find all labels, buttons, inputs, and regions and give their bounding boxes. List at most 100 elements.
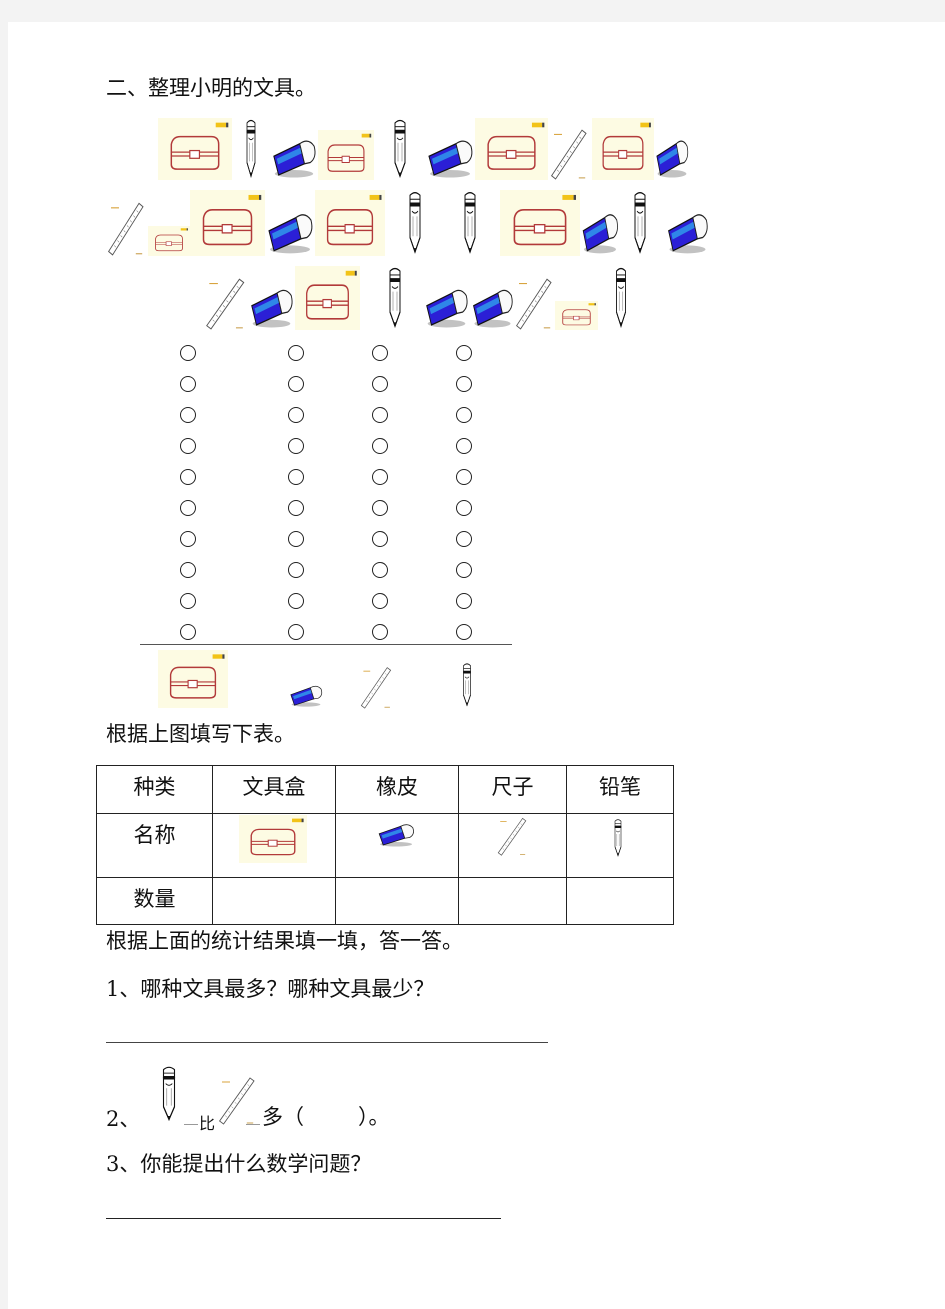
tally-circle-pencil[interactable] xyxy=(456,562,472,578)
question-2-answer-blank[interactable] xyxy=(318,1103,358,1129)
blank-underline xyxy=(184,1124,198,1125)
tally-circle-ruler[interactable] xyxy=(372,500,388,516)
pencil-icon xyxy=(460,190,480,256)
header-eraser: 橡皮 xyxy=(335,765,459,814)
tally-circle-eraser[interactable] xyxy=(288,407,304,423)
eraser-icon xyxy=(270,130,318,180)
pencil-icon xyxy=(158,1065,180,1123)
question-1: 1、哪种文具最多？哪种文具最少？ xyxy=(106,977,435,1001)
tally-baseline xyxy=(140,644,512,645)
pencil-box-icon xyxy=(555,301,598,330)
table-name-row: 名称 xyxy=(96,813,674,878)
question-3: 3、你能提出什么数学问题？ xyxy=(106,1152,372,1176)
pencil-icon xyxy=(385,266,405,330)
header-category: 种类 xyxy=(96,765,213,814)
question-2-prefix: 2、 xyxy=(106,1107,141,1131)
answer-line-3[interactable] xyxy=(106,1218,501,1219)
tally-circle-eraser[interactable] xyxy=(288,500,304,516)
table-count-row: 数量 xyxy=(96,877,674,925)
count-input-pencil[interactable] xyxy=(566,877,674,925)
name-row-label: 名称 xyxy=(96,813,213,878)
pencil-icon xyxy=(612,266,630,330)
count-input-pencil-box[interactable] xyxy=(212,877,336,925)
tally-circle-pencil-box[interactable] xyxy=(180,624,196,640)
tally-circle-pencil[interactable] xyxy=(456,345,472,361)
tally-circle-ruler[interactable] xyxy=(372,624,388,640)
tally-circle-pencil-box[interactable] xyxy=(180,531,196,547)
blank-underline xyxy=(246,1124,260,1125)
header-pencil: 铅笔 xyxy=(566,765,674,814)
name-cell-eraser xyxy=(335,813,459,878)
tally-circle-pencil-box[interactable] xyxy=(180,500,196,516)
eraser-icon xyxy=(580,203,620,256)
tally-circle-pencil-box[interactable] xyxy=(180,562,196,578)
pencil-box-icon xyxy=(592,118,654,180)
tally-circle-pencil-box[interactable] xyxy=(180,469,196,485)
tally-circle-pencil-box[interactable] xyxy=(180,345,196,361)
pencil-box-icon xyxy=(158,118,232,180)
tally-circle-pencil-box[interactable] xyxy=(180,407,196,423)
name-cell-ruler xyxy=(458,813,567,878)
pencil-icon xyxy=(243,118,259,180)
pencil-box-icon xyxy=(475,118,548,180)
tally-circle-ruler[interactable] xyxy=(372,438,388,454)
tally-circle-eraser[interactable] xyxy=(288,469,304,485)
tally-circle-pencil[interactable] xyxy=(456,438,472,454)
table-header-row: 种类 文具盒 橡皮 尺子 铅笔 xyxy=(96,765,674,814)
ruler-icon xyxy=(550,127,590,180)
ruler-icon xyxy=(107,200,147,256)
tally-circle-ruler[interactable] xyxy=(372,469,388,485)
question-2-close: ）。 xyxy=(358,1105,390,1129)
count-input-ruler[interactable] xyxy=(458,877,567,925)
tally-circle-eraser[interactable] xyxy=(288,345,304,361)
eraser-icon xyxy=(248,279,295,330)
eraser-icon xyxy=(470,279,515,330)
tally-circle-pencil[interactable] xyxy=(456,593,472,609)
tally-circle-pencil[interactable] xyxy=(456,376,472,392)
count-input-eraser[interactable] xyxy=(335,877,459,925)
tally-circle-pencil[interactable] xyxy=(456,407,472,423)
tally-circle-eraser[interactable] xyxy=(288,593,304,609)
tally-circle-pencil[interactable] xyxy=(456,624,472,640)
eraser-icon xyxy=(288,680,324,708)
tally-circle-ruler[interactable] xyxy=(372,531,388,547)
tally-circle-ruler[interactable] xyxy=(372,407,388,423)
tally-circle-pencil-box[interactable] xyxy=(180,376,196,392)
tally-circle-ruler[interactable] xyxy=(372,376,388,392)
ruler-icon xyxy=(218,1075,258,1125)
eraser-icon xyxy=(265,203,315,256)
tally-circle-pencil[interactable] xyxy=(456,531,472,547)
tally-circle-eraser[interactable] xyxy=(288,531,304,547)
pencil-icon xyxy=(390,118,410,180)
tally-circle-pencil[interactable] xyxy=(456,500,472,516)
tally-circle-pencil[interactable] xyxy=(456,469,472,485)
tally-circle-eraser[interactable] xyxy=(288,376,304,392)
tally-circle-ruler[interactable] xyxy=(372,345,388,361)
ruler-icon xyxy=(497,816,529,856)
answer-line-1[interactable] xyxy=(106,1042,548,1043)
tally-circle-eraser[interactable] xyxy=(288,438,304,454)
pencil-box-icon xyxy=(295,266,360,330)
question-2-compare: 比 xyxy=(199,1114,216,1133)
tally-circle-ruler[interactable] xyxy=(372,593,388,609)
pencil-box-icon xyxy=(315,190,385,256)
statistics-table: 种类 文具盒 橡皮 尺子 铅笔 名称 数量 xyxy=(96,765,674,925)
tally-circle-eraser[interactable] xyxy=(288,562,304,578)
tally-circle-eraser[interactable] xyxy=(288,624,304,640)
pencil-box-icon xyxy=(158,650,228,708)
question-2-more: 多（ xyxy=(262,1105,304,1129)
ruler-icon xyxy=(360,665,394,709)
pencil-icon xyxy=(405,190,425,256)
name-cell-pencil xyxy=(566,813,674,878)
eraser-icon xyxy=(665,203,710,256)
questions-intro: 根据上面的统计结果填一填，答一答。 xyxy=(106,929,463,953)
pencil-box-icon xyxy=(239,815,307,863)
pencil-box-icon xyxy=(190,190,265,256)
pencil-box-icon xyxy=(500,190,580,256)
eraser-icon xyxy=(425,130,475,180)
tally-circle-ruler[interactable] xyxy=(372,562,388,578)
header-ruler: 尺子 xyxy=(458,765,567,814)
tally-circle-pencil-box[interactable] xyxy=(180,593,196,609)
count-row-label: 数量 xyxy=(96,877,213,925)
tally-circle-pencil-box[interactable] xyxy=(180,438,196,454)
